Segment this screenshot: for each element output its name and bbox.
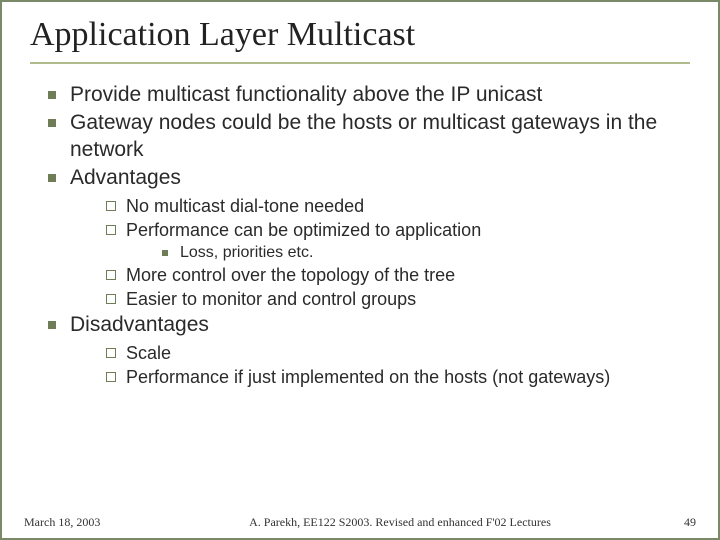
bullet-text: Scale xyxy=(126,343,171,363)
list-item: Advantages No multicast dial-tone needed… xyxy=(48,165,690,310)
list-item: Scale xyxy=(106,342,690,365)
bullet-text: Provide multicast functionality above th… xyxy=(70,83,542,106)
bullet-text: Gateway nodes could be the hosts or mult… xyxy=(70,111,657,160)
slide: Application Layer Multicast Provide mult… xyxy=(0,0,720,540)
footer-center: A. Parekh, EE122 S2003. Revised and enha… xyxy=(144,515,656,530)
list-item: No multicast dial-tone needed xyxy=(106,195,690,218)
slide-title: Application Layer Multicast xyxy=(30,16,690,64)
bullet-text: Performance if just implemented on the h… xyxy=(126,367,610,387)
bullet-text: More control over the topology of the tr… xyxy=(126,265,455,285)
bullet-text: Performance can be optimized to applicat… xyxy=(126,220,481,240)
footer-date: March 18, 2003 xyxy=(24,515,144,530)
list-item: Performance if just implemented on the h… xyxy=(106,366,690,389)
sub-list: No multicast dial-tone needed Performanc… xyxy=(70,195,690,310)
bullet-text: Loss, priorities etc. xyxy=(180,244,313,261)
list-item: Performance can be optimized to applicat… xyxy=(106,219,690,264)
bullet-text: Disadvantages xyxy=(70,313,209,336)
list-item: More control over the topology of the tr… xyxy=(106,264,690,287)
list-item: Provide multicast functionality above th… xyxy=(48,82,690,108)
list-item: Loss, priorities etc. xyxy=(162,243,690,263)
bullet-text: No multicast dial-tone needed xyxy=(126,196,364,216)
list-item: Gateway nodes could be the hosts or mult… xyxy=(48,110,690,163)
list-item: Easier to monitor and control groups xyxy=(106,288,690,311)
sub-list: Scale Performance if just implemented on… xyxy=(70,342,690,388)
footer-page: 49 xyxy=(656,515,696,530)
bullet-list: Provide multicast functionality above th… xyxy=(30,82,690,388)
footer: March 18, 2003 A. Parekh, EE122 S2003. R… xyxy=(2,515,718,530)
list-item: Disadvantages Scale Performance if just … xyxy=(48,312,690,388)
sub-sub-list: Loss, priorities etc. xyxy=(126,243,690,263)
bullet-text: Easier to monitor and control groups xyxy=(126,289,416,309)
bullet-text: Advantages xyxy=(70,166,181,189)
